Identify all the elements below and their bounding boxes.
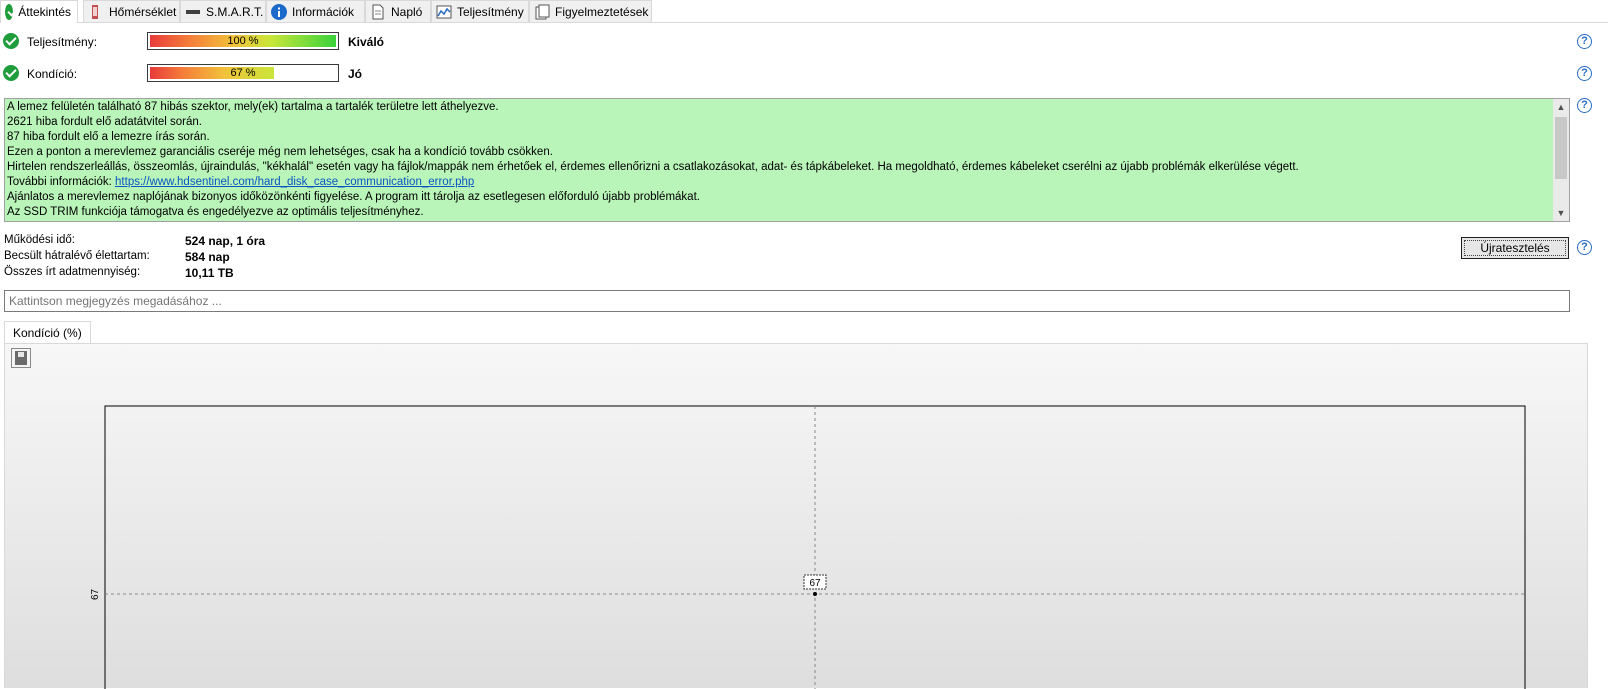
status-message-box[interactable]: A lemez felületén található 87 hibás sze… bbox=[4, 98, 1570, 222]
health-chart: 67 67 bbox=[90, 405, 1526, 689]
remaining-life-value: 584 nap bbox=[185, 250, 230, 264]
message-line: 2621 hiba fordult elő adatátvitel során. bbox=[7, 116, 202, 128]
data-point bbox=[813, 592, 817, 596]
tab-bar: Áttekintés Hőmérséklet S.M.A.R.T. Inform… bbox=[0, 0, 1608, 23]
tab-label: S.M.A.R.T. bbox=[206, 4, 264, 19]
warning-doc-icon bbox=[534, 4, 550, 20]
performance-rating: Kiváló bbox=[348, 35, 385, 49]
health-percent: 67 % bbox=[230, 67, 256, 79]
performance-ok-icon bbox=[3, 33, 19, 49]
remaining-life-label: Becsült hátralévő élettartam: bbox=[4, 250, 150, 262]
message-line: A lemez felületén található 87 hibás sze… bbox=[7, 101, 499, 113]
performance-percent: 100 % bbox=[227, 35, 259, 47]
uptime-label: Működési idő: bbox=[4, 234, 75, 246]
chart-panel: 67 67 bbox=[4, 343, 1588, 689]
help-icon[interactable]: ? bbox=[1577, 34, 1592, 49]
tab-label: Áttekintés bbox=[18, 5, 71, 19]
tab-label: Napló bbox=[391, 4, 423, 19]
help-icon[interactable]: ? bbox=[1577, 66, 1592, 81]
help-icon[interactable]: ? bbox=[1577, 98, 1592, 113]
performance-label: Teljesítmény: bbox=[27, 35, 98, 49]
health-rating: Jó bbox=[348, 67, 363, 81]
scroll-thumb[interactable] bbox=[1555, 117, 1567, 179]
note-input[interactable] bbox=[4, 290, 1570, 312]
disk-icon bbox=[185, 4, 201, 20]
chart-icon bbox=[436, 4, 452, 20]
tab-log[interactable]: Napló bbox=[365, 0, 431, 22]
scroll-down-icon[interactable]: ▼ bbox=[1553, 205, 1569, 221]
message-scrollbar[interactable]: ▲ ▼ bbox=[1553, 99, 1569, 221]
health-label: Kondíció: bbox=[27, 67, 78, 81]
message-line: Ezen a ponton a merevlemez garanciális c… bbox=[7, 146, 553, 158]
message-line: Ajánlatos a merevlemez naplójának bizony… bbox=[7, 191, 700, 203]
tab-label: Információk bbox=[292, 4, 355, 19]
data-label: 67 bbox=[809, 578, 821, 589]
more-info-line: További információk: https://www.hdsenti… bbox=[7, 176, 474, 188]
tab-overview[interactable]: Áttekintés bbox=[0, 0, 78, 23]
uptime-value: 524 nap, 1 óra bbox=[185, 234, 266, 248]
performance-bar: 100 % bbox=[147, 32, 339, 50]
more-info-link[interactable]: https://www.hdsentinel.com/hard_disk_cas… bbox=[115, 176, 474, 188]
tab-label: Figyelmeztetések bbox=[555, 4, 649, 19]
tab-smart[interactable]: S.M.A.R.T. bbox=[180, 0, 266, 22]
health-ok-icon bbox=[3, 65, 19, 81]
tab-temperature[interactable]: Hőmérséklet bbox=[83, 0, 180, 22]
message-line: Az SSD TRIM funkciója támogatva és enged… bbox=[7, 206, 424, 218]
tab-label: Hőmérséklet bbox=[109, 4, 177, 19]
more-info-prefix: További információk: bbox=[7, 176, 112, 188]
total-written-value: 10,11 TB bbox=[185, 266, 234, 280]
scroll-up-icon[interactable]: ▲ bbox=[1553, 99, 1569, 115]
chart-tab-health[interactable]: Kondíció (%) bbox=[4, 321, 91, 344]
document-icon bbox=[370, 4, 386, 20]
thermometer-icon bbox=[88, 4, 104, 20]
help-icon[interactable]: ? bbox=[1577, 240, 1592, 255]
check-circle-icon bbox=[5, 4, 14, 20]
message-line: 87 hiba fordult elő a lemezre írás során… bbox=[7, 131, 210, 143]
y-tick-label: 67 bbox=[90, 588, 101, 600]
health-bar: 67 % bbox=[147, 64, 339, 82]
tab-label: Teljesítmény bbox=[457, 4, 524, 19]
tab-warnings[interactable]: Figyelmeztetések bbox=[529, 0, 652, 22]
message-line: Hirtelen rendszerleállás, összeomlás, új… bbox=[7, 161, 1299, 173]
tab-info[interactable]: Információk bbox=[266, 0, 365, 22]
retest-button[interactable]: Újratesztelés bbox=[1461, 237, 1569, 259]
tab-performance[interactable]: Teljesítmény bbox=[431, 0, 529, 22]
total-written-label: Összes írt adatmennyiség: bbox=[4, 266, 141, 278]
info-icon bbox=[271, 3, 287, 20]
